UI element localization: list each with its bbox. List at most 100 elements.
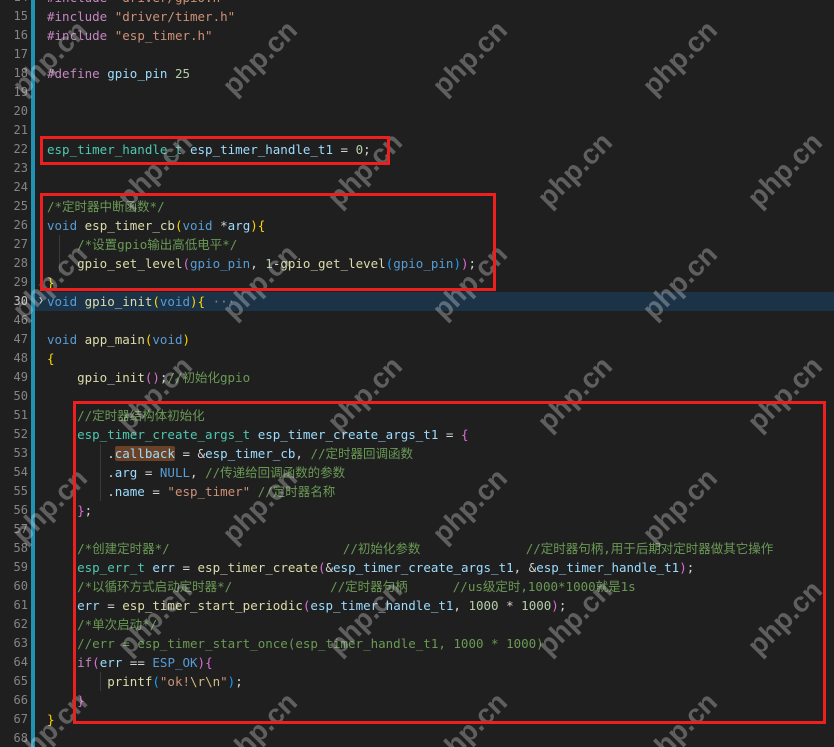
line-number[interactable]: 47 <box>0 330 28 349</box>
line-number[interactable]: 55 <box>0 482 28 501</box>
line-number[interactable]: 28 <box>0 254 28 273</box>
code-text[interactable]: /*创建定时器*/ //初始化参数 //定时器句柄,用于后期对定时器做其它操作 <box>47 539 834 558</box>
code-text[interactable]: { <box>47 349 834 368</box>
code-line[interactable]: 48{ <box>0 349 834 368</box>
code-line[interactable]: 63 //err = esp_timer_start_once(esp_time… <box>0 634 834 653</box>
code-line[interactable]: 59 esp_err_t err = esp_timer_create(&esp… <box>0 558 834 577</box>
line-number[interactable]: 27 <box>0 235 28 254</box>
code-text[interactable] <box>47 83 834 102</box>
code-line[interactable]: 20 <box>0 102 834 121</box>
code-text[interactable] <box>47 121 834 140</box>
code-line[interactable]: 17 <box>0 45 834 64</box>
code-line[interactable]: 50 <box>0 387 834 406</box>
code-text[interactable] <box>47 387 834 406</box>
line-number[interactable]: 25 <box>0 197 28 216</box>
code-line[interactable]: 15#include "driver/timer.h" <box>0 7 834 26</box>
line-number[interactable]: 54 <box>0 463 28 482</box>
code-line[interactable]: 25 /*定时器中断函数*/ <box>0 197 834 216</box>
code-text[interactable]: .name = "esp_timer" //定时器名称 <box>47 482 834 501</box>
code-text[interactable]: void gpio_init(void){ ··· <box>47 292 834 311</box>
code-line[interactable]: 47void app_main(void) <box>0 330 834 349</box>
line-number[interactable]: 61 <box>0 596 28 615</box>
code-text[interactable] <box>47 729 834 747</box>
code-line[interactable]: 14 #include "driver/gpio.h" <box>0 0 834 7</box>
line-number[interactable]: 51 <box>0 406 28 425</box>
code-line[interactable]: 67} <box>0 710 834 729</box>
code-line[interactable]: 22esp_timer_handle_t esp_timer_handle_t1… <box>0 140 834 159</box>
code-text[interactable]: esp_timer_handle_t esp_timer_handle_t1 =… <box>47 140 834 159</box>
line-number[interactable]: 56 <box>0 501 28 520</box>
line-number[interactable]: 52 <box>0 425 28 444</box>
code-line[interactable]: 29} <box>0 273 834 292</box>
line-number[interactable]: 20 <box>0 102 28 121</box>
fold-chevron-icon[interactable]: ❯ <box>35 292 47 311</box>
code-line[interactable]: 18 #define gpio_pin 25 <box>0 64 834 83</box>
code-line[interactable]: 57 <box>0 520 834 539</box>
code-text[interactable] <box>47 45 834 64</box>
line-number[interactable]: 21 <box>0 121 28 140</box>
code-line[interactable]: 55 .name = "esp_timer" //定时器名称 <box>0 482 834 501</box>
code-line[interactable]: 28 gpio_set_level(gpio_pin, 1-gpio_get_l… <box>0 254 834 273</box>
code-line[interactable]: 46 <box>0 311 834 330</box>
code-line[interactable]: 52 esp_timer_create_args_t esp_timer_cre… <box>0 425 834 444</box>
code-line[interactable]: 64 if(err == ESP_OK){ <box>0 653 834 672</box>
line-number[interactable]: 49 <box>0 368 28 387</box>
code-text[interactable]: esp_err_t err = esp_timer_create(&esp_ti… <box>47 558 834 577</box>
code-text[interactable]: #include "driver/gpio.h" <box>47 0 834 7</box>
line-number[interactable]: 18 <box>0 64 28 83</box>
code-text[interactable] <box>47 520 834 539</box>
line-number[interactable]: 24 <box>0 178 28 197</box>
code-text[interactable]: .callback = &esp_timer_cb, //定时器回调函数 <box>47 444 834 463</box>
code-text[interactable]: //定时器结构体初始化 <box>47 406 834 425</box>
code-line[interactable]: 24 <box>0 178 834 197</box>
code-text[interactable] <box>47 178 834 197</box>
code-line[interactable]: 49 gpio_init();//初始化gpio <box>0 368 834 387</box>
line-number[interactable]: 58 <box>0 539 28 558</box>
code-text[interactable]: /*设置gpio输出高低电平*/ <box>47 235 834 254</box>
line-number[interactable]: 14 <box>0 0 28 7</box>
code-line[interactable]: 61 err = esp_timer_start_periodic(esp_ti… <box>0 596 834 615</box>
code-text[interactable] <box>47 159 834 178</box>
code-text[interactable]: #include "esp_timer.h" <box>47 26 834 45</box>
code-line[interactable]: 62 /*单次启动*/ <box>0 615 834 634</box>
code-text[interactable]: #define gpio_pin 25 <box>47 64 834 83</box>
code-text[interactable] <box>47 311 834 330</box>
line-number[interactable]: 68 <box>0 729 28 747</box>
line-number[interactable]: 29 <box>0 273 28 292</box>
code-line[interactable]: 54 .arg = NULL, //传递给回调函数的参数 <box>0 463 834 482</box>
code-text[interactable]: gpio_init();//初始化gpio <box>47 368 834 387</box>
code-line[interactable]: 56 }; <box>0 501 834 520</box>
code-text[interactable]: printf("ok!\r\n"); <box>47 672 834 691</box>
code-lines-area[interactable]: 14 #include "driver/gpio.h"15#include "dr… <box>0 0 834 747</box>
code-line[interactable]: 30 ❯void gpio_init(void){ ··· <box>0 292 834 311</box>
code-text[interactable]: } <box>47 710 834 729</box>
code-line[interactable]: 19 <box>0 83 834 102</box>
line-number[interactable]: 26 <box>0 216 28 235</box>
code-line[interactable]: 53 .callback = &esp_timer_cb, //定时器回调函数 <box>0 444 834 463</box>
code-text[interactable]: if(err == ESP_OK){ <box>47 653 834 672</box>
line-number[interactable]: 59 <box>0 558 28 577</box>
code-line[interactable]: 65 printf("ok!\r\n"); <box>0 672 834 691</box>
line-number[interactable]: 64 <box>0 653 28 672</box>
code-line[interactable]: 27 /*设置gpio输出高低电平*/ <box>0 235 834 254</box>
code-text[interactable]: } <box>47 691 834 710</box>
line-number[interactable]: 67 <box>0 710 28 729</box>
line-number[interactable]: 30 <box>0 292 28 311</box>
code-text[interactable]: /*定时器中断函数*/ <box>47 197 834 216</box>
code-text[interactable]: }; <box>47 501 834 520</box>
code-line[interactable]: 66 } <box>0 691 834 710</box>
line-number[interactable]: 16 <box>0 26 28 45</box>
code-line[interactable]: 21 <box>0 121 834 140</box>
code-line[interactable]: 51 //定时器结构体初始化 <box>0 406 834 425</box>
line-number[interactable]: 17 <box>0 45 28 64</box>
code-text[interactable]: /*单次启动*/ <box>47 615 834 634</box>
code-line[interactable]: 68 <box>0 729 834 747</box>
code-text[interactable] <box>47 102 834 121</box>
line-number[interactable]: 63 <box>0 634 28 653</box>
line-number[interactable]: 65 <box>0 672 28 691</box>
code-line[interactable]: 60 /*以循环方式启动定时器*/ //定时器句柄 //us级定时,1000*1… <box>0 577 834 596</box>
line-number[interactable]: 19 <box>0 83 28 102</box>
code-text[interactable]: /*以循环方式启动定时器*/ //定时器句柄 //us级定时,1000*1000… <box>47 577 834 596</box>
code-text[interactable]: err = esp_timer_start_periodic(esp_timer… <box>47 596 834 615</box>
line-number[interactable]: 66 <box>0 691 28 710</box>
